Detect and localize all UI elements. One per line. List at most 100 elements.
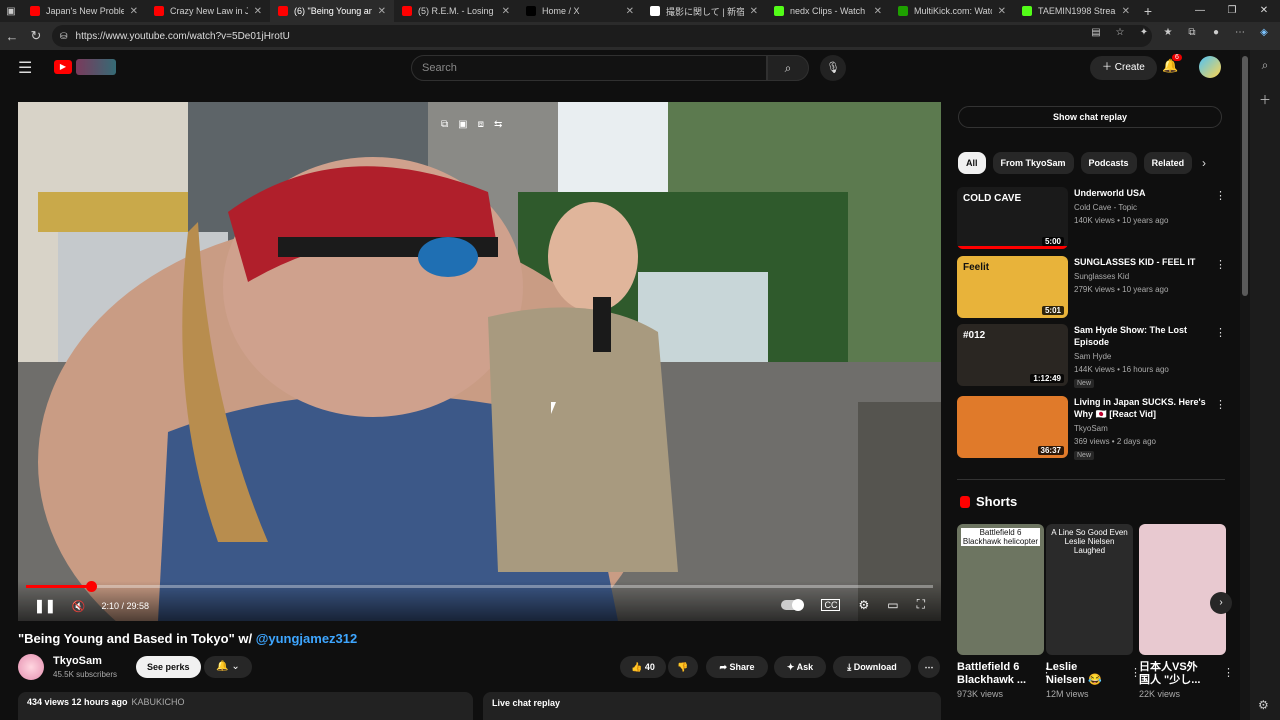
tab-close-icon[interactable]: ✕ (626, 6, 634, 17)
tab-close-icon[interactable]: ✕ (750, 6, 758, 17)
tab-close-icon[interactable]: ✕ (502, 6, 510, 17)
star-icon[interactable]: ☆ (1112, 25, 1128, 41)
browser-tab[interactable]: 撮影に関して | 新宿ゴール ✕ (642, 0, 766, 22)
video-thumbnail[interactable]: COLD CAVE 5:00 (957, 187, 1068, 249)
short-title[interactable]: 日本人VS外 国人 "少し... (1139, 661, 1226, 687)
pip-icon[interactable]: ▣ (458, 119, 467, 130)
browser-menu-icon[interactable]: ▣ (0, 6, 22, 17)
description-box[interactable]: 434 views 12 hours ago KABUKICHO (18, 692, 473, 720)
subscription-bell-button[interactable]: 🔔 ⌄ (204, 656, 252, 678)
search-input[interactable]: Search (411, 55, 767, 81)
video-title[interactable]: Underworld USA (1074, 187, 1214, 199)
video-thumbnail[interactable]: #012 1:12:49 (957, 324, 1068, 386)
recommended-video[interactable]: Feelit 5:01 SUNGLASSES KID - FEEL IT Sungla… (957, 256, 1227, 318)
translate-icon[interactable]: ⇆ (494, 119, 502, 130)
ask-button[interactable]: ✦ Ask (774, 656, 826, 678)
mute-icon[interactable]: 🔇 (72, 600, 86, 613)
more-vertical-icon[interactable]: ⋮ (1215, 326, 1226, 339)
more-actions-button[interactable]: ⋯ (918, 656, 940, 678)
clip-icon[interactable]: ⧈ (478, 119, 484, 130)
favorites-icon[interactable]: ★ (1160, 25, 1176, 41)
profile-icon[interactable]: ● (1208, 25, 1224, 41)
recommended-video[interactable]: COLD CAVE 5:00 Underworld USA Cold Cave - T… (957, 187, 1227, 249)
more-vertical-icon[interactable]: ⋮ (1223, 666, 1234, 679)
chips-next-icon[interactable]: › (1202, 156, 1206, 170)
channel-name[interactable]: Cold Cave - Topic (1074, 203, 1137, 212)
fullscreen-icon[interactable]: ⛶ (917, 597, 925, 612)
tab-close-icon[interactable]: ✕ (378, 6, 386, 17)
hamburger-menu-icon[interactable]: ☰ (18, 58, 32, 78)
more-vertical-icon[interactable]: ⋮ (1215, 189, 1226, 202)
site-info-icon[interactable]: ⛁ (60, 31, 68, 42)
account-avatar[interactable] (1199, 56, 1221, 78)
maximize-icon[interactable]: ❐ (1216, 0, 1248, 22)
voice-search-button[interactable]: 🎙 (820, 55, 846, 81)
show-chat-replay-button[interactable]: Show chat replay (958, 106, 1222, 128)
channel-avatar[interactable] (18, 654, 44, 680)
video-player[interactable]: ⧉ ▣ ⧈ ⇆ ❚❚ 🔇 2:10 / 29:58 CC ⚙ ▭ ⛶ (18, 102, 941, 621)
like-button[interactable]: 👍 40 (620, 656, 666, 678)
short-card[interactable]: A Line So Good Even Leslie Nielsen Laugh… (1046, 524, 1141, 699)
filter-chip[interactable]: Related (1143, 152, 1193, 174)
video-title[interactable]: Living in Japan SUCKS. Here's Why 🇯🇵 [Re… (1074, 396, 1214, 420)
minimize-icon[interactable]: — (1184, 0, 1216, 22)
recommended-video[interactable]: #012 1:12:49 Sam Hyde Show: The Lost Episo… (957, 324, 1227, 388)
reload-icon[interactable]: ↻ (24, 28, 48, 44)
back-icon[interactable]: ← (0, 29, 24, 44)
theater-mode-icon[interactable]: ▭ (887, 598, 898, 612)
short-thumbnail[interactable]: A Line So Good Even Leslie Nielsen Laugh… (1046, 524, 1133, 655)
tab-close-icon[interactable]: ✕ (130, 6, 138, 17)
browser-tab[interactable]: (6) "Being Young and B ✕ (270, 0, 394, 22)
short-thumbnail[interactable]: Battlefield 6 Blackhawk helicopter (957, 524, 1044, 655)
search-button[interactable]: ⌕ (767, 55, 809, 81)
new-tab-button[interactable]: + (1138, 3, 1158, 19)
tab-close-icon[interactable]: ✕ (254, 6, 262, 17)
filter-chip[interactable]: Podcasts (1080, 152, 1137, 174)
edge-add-icon[interactable]: ＋ (1250, 91, 1280, 108)
shorts-next-button[interactable]: › (1210, 592, 1232, 614)
browser-tab[interactable]: TAEMIN1998 Stream - ✕ (1014, 0, 1138, 22)
browser-tab[interactable]: (5) R.E.M. - Losing My ✕ (394, 0, 518, 22)
browser-tab[interactable]: Japan's New Problem: ✕ (22, 0, 146, 22)
more-vertical-icon[interactable]: ⋮ (1215, 258, 1226, 271)
short-title[interactable]: Leslie Nielsen 😂 (1046, 661, 1133, 687)
hashtag[interactable]: KABUKICHO (132, 697, 185, 707)
live-chat-panel[interactable]: Live chat replay (483, 692, 941, 720)
browser-tab[interactable]: Crazy New Law in Japa ✕ (146, 0, 270, 22)
tab-close-icon[interactable]: ✕ (1122, 6, 1130, 17)
more-icon[interactable]: ⋯ (1232, 25, 1248, 41)
page-scrollbar[interactable] (1240, 50, 1250, 720)
miniplayer-icon[interactable]: ⧉ (441, 119, 448, 130)
edge-search-icon[interactable]: ⌕ (1250, 58, 1280, 73)
filter-chip[interactable]: From TkyoSam (992, 152, 1074, 174)
settings-gear-icon[interactable]: ⚙ (858, 598, 869, 612)
browser-tab[interactable]: MultiKick.com: Watch ✕ (890, 0, 1014, 22)
captions-icon[interactable]: CC (821, 598, 841, 611)
share-button[interactable]: ➦ Share (706, 656, 768, 678)
short-card[interactable]: 日本人VS外 国人 "少し... 22K views ⋮ (1139, 524, 1234, 699)
edge-settings-icon[interactable]: ⚙ (1258, 698, 1269, 712)
autoplay-toggle[interactable] (781, 598, 805, 611)
dislike-button[interactable]: 👎 (668, 656, 698, 678)
video-thumbnail[interactable]: Feelit 5:01 (957, 256, 1068, 318)
see-perks-button[interactable]: See perks (136, 656, 201, 678)
channel-name[interactable]: Sam Hyde (1074, 352, 1111, 361)
browser-tab[interactable]: nedx Clips - Watch Liv ✕ (766, 0, 890, 22)
mention-link[interactable]: @yungjamez312 (256, 631, 358, 646)
extensions-icon[interactable]: ✦ (1136, 25, 1152, 41)
short-card[interactable]: Battlefield 6 Blackhawk helicopter Battle… (957, 524, 1052, 699)
tab-close-icon[interactable]: ✕ (998, 6, 1006, 17)
url-field[interactable]: ⛁ https://www.youtube.com/watch?v=5De01j… (52, 25, 1152, 47)
close-window-icon[interactable]: ✕ (1248, 0, 1280, 22)
more-vertical-icon[interactable]: ⋮ (1215, 398, 1226, 411)
recommended-video[interactable]: 36:37 Living in Japan SUCKS. Here's Why 🇯… (957, 396, 1227, 460)
collections-icon[interactable]: ⧉ (1184, 25, 1200, 41)
video-title[interactable]: Sam Hyde Show: The Lost Episode (1074, 324, 1214, 348)
short-title[interactable]: Battlefield 6 Blackhawk ... (957, 661, 1044, 687)
channel-name[interactable]: TkyoSam (1074, 424, 1108, 433)
browser-tab[interactable]: Home / X ✕ (518, 0, 642, 22)
copilot-icon[interactable]: ◈ (1256, 25, 1272, 41)
video-title[interactable]: SUNGLASSES KID - FEEL IT (1074, 256, 1214, 268)
scrollbar-thumb[interactable] (1242, 56, 1248, 296)
filter-chip[interactable]: All (958, 152, 986, 174)
